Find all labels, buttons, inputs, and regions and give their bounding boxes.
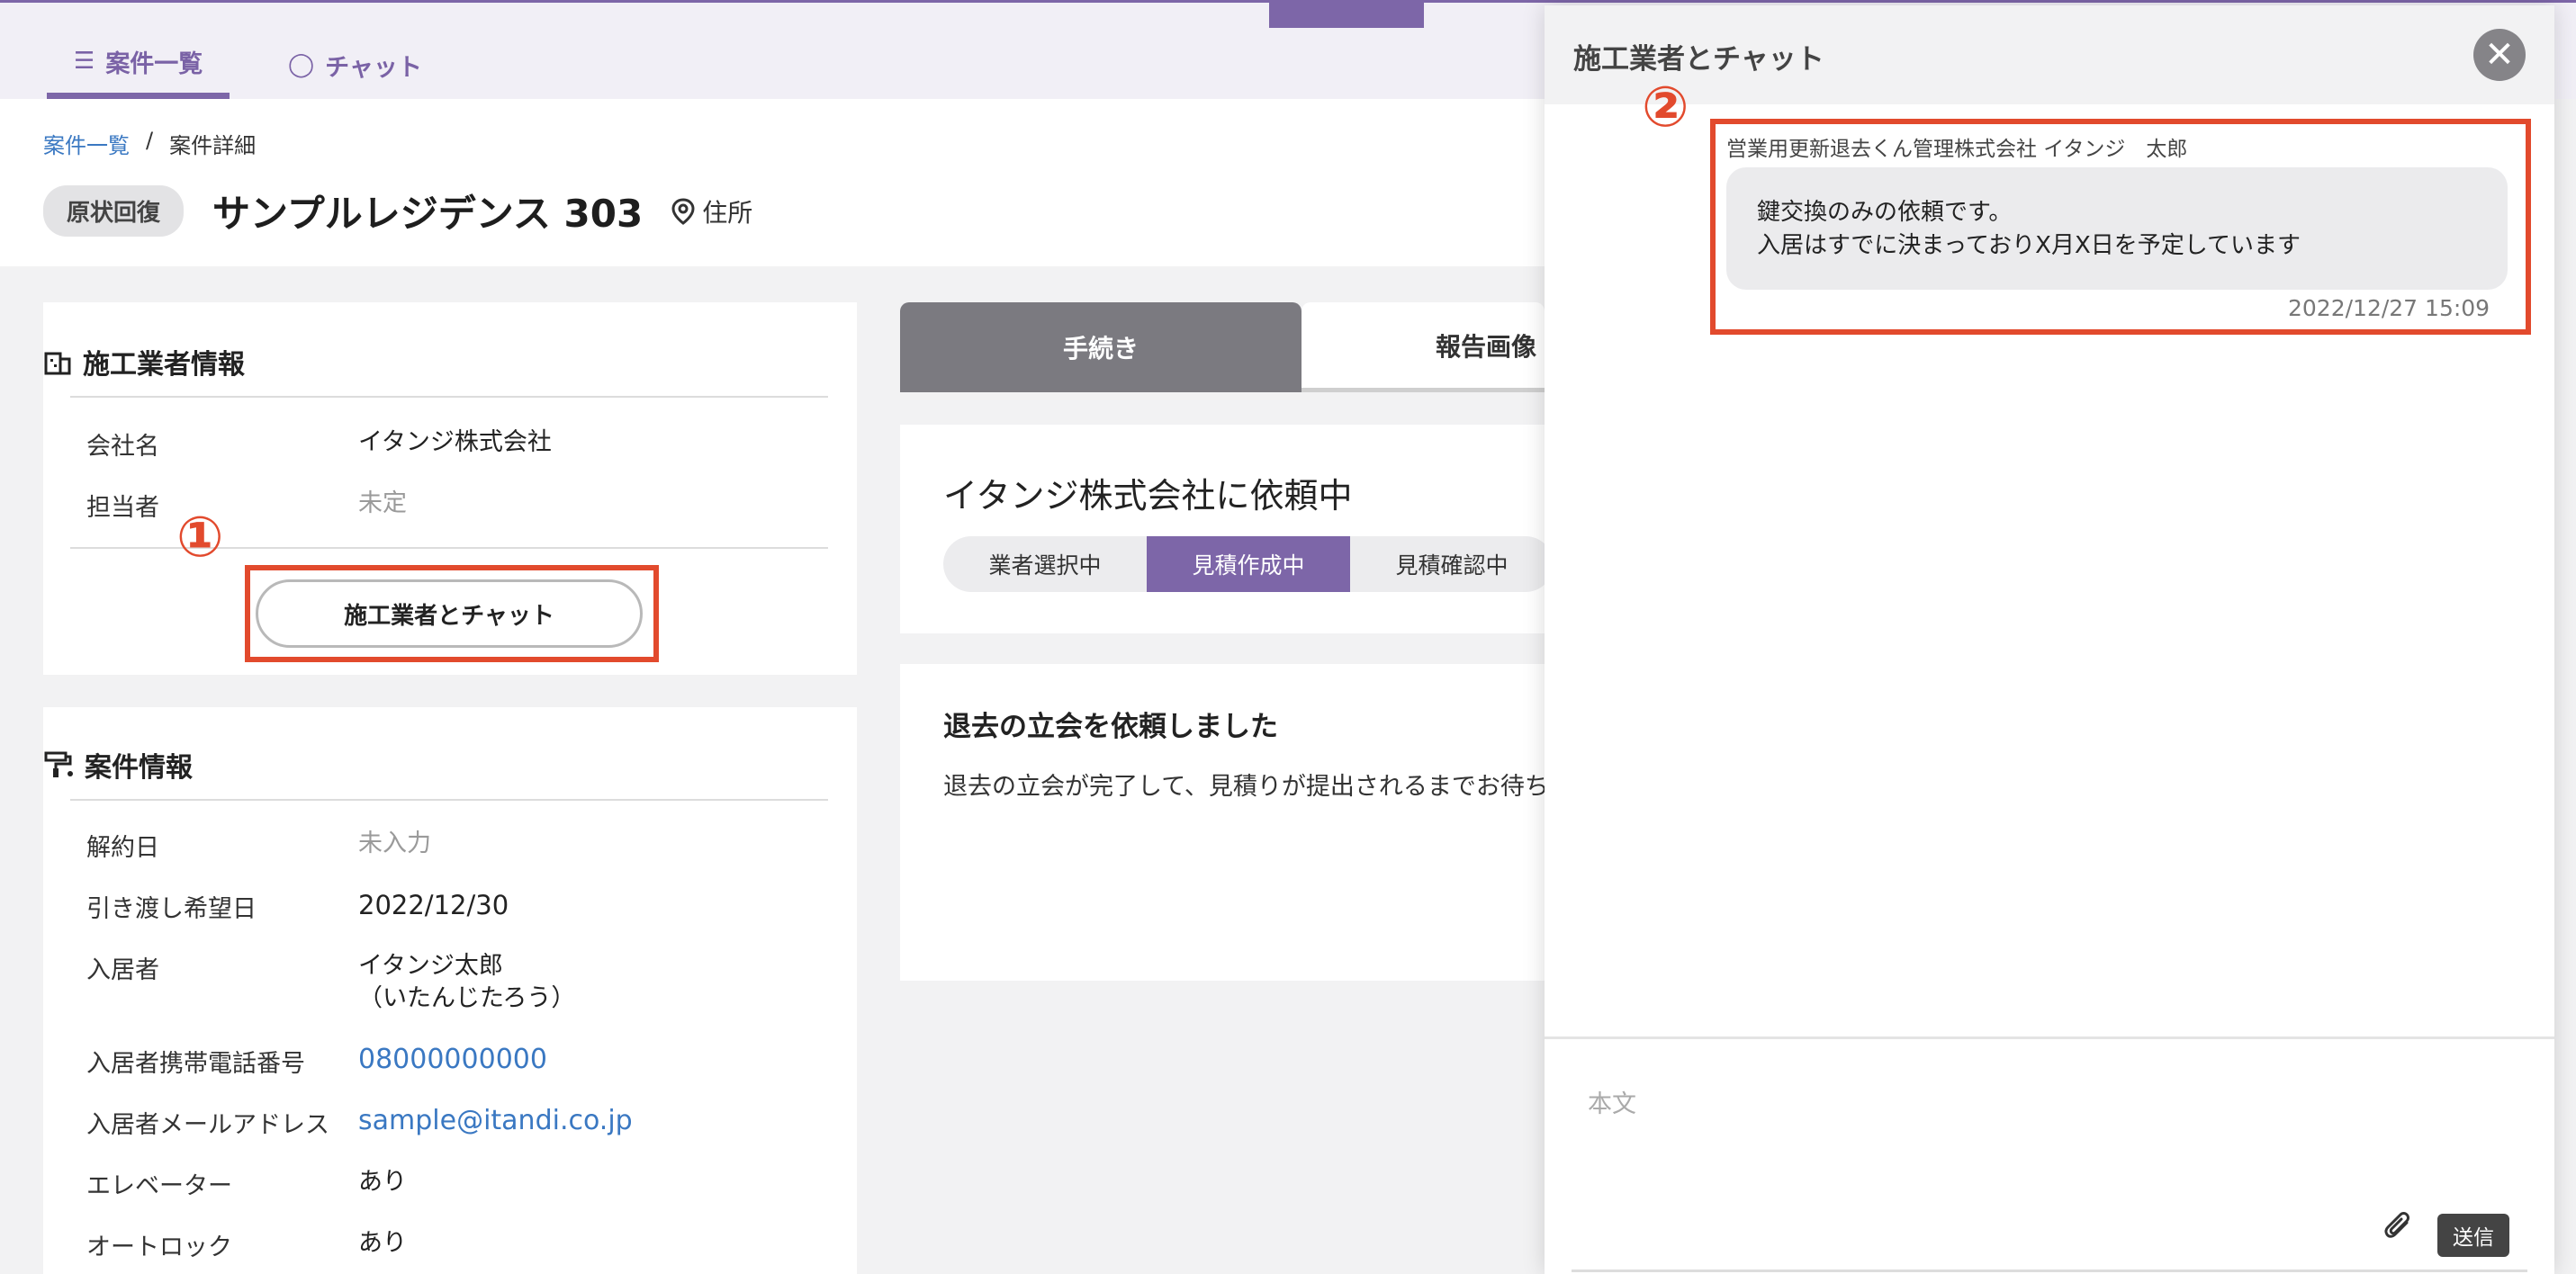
field-key: 解約日 [86,834,159,862]
message-bubble: 鍵交換のみの依頼です。 入居はすでに決まっておりX月X日を予定しています [1726,167,2508,290]
field-value-block: イタンジ太郎 （いたんじたろう） [358,950,575,1015]
close-button[interactable]: ✕ [2473,29,2526,81]
breadcrumb-link-case-list[interactable]: 案件一覧 [43,128,130,159]
contractor-info-title: 施工業者情報 [43,342,245,381]
list-icon: ☰ [74,48,95,75]
field-key: 入居者携帯電話番号 [86,1050,305,1078]
chat-bubble-icon: ◯ [288,51,315,78]
annotation-number-1: ① [176,504,224,570]
field-company: 会社名 イタンジ株式会社 [86,426,552,462]
message-line: 入居はすでに決まっておりX月X日を予定しています [1757,232,2301,259]
field-autolock: オートロック あり [86,1227,407,1262]
nav-accent-bar [1269,3,1424,28]
tab-report-images[interactable]: 報告画像 [1302,302,1545,392]
field-key: 入居者メールアドレス [86,1111,329,1139]
location-pin-icon [671,197,695,225]
paperclip-icon [2384,1212,2409,1238]
divider [70,799,828,801]
page-title: サンプルレジデンス 303 [212,192,644,236]
attach-file-button[interactable] [2383,1210,2414,1253]
notice-body: 退去の立会が完了して、見積りが提出されるまでお待ちください [943,773,1646,801]
breadcrumb-current: 案件詳細 [169,133,257,158]
chat-with-contractor-button[interactable]: 施工業者とチャット [256,579,643,648]
send-button[interactable]: 送信 [2437,1214,2509,1257]
field-key: 引き渡し希望日 [86,895,257,923]
field-handover-date: 引き渡し希望日 2022/12/30 [86,889,509,924]
field-cancellation-date: 解約日 未入力 [86,828,431,863]
message-sender: 営業用更新退去くん管理株式会社 イタンジ 太郎 [1726,138,2188,161]
case-type-badge: 原状回復 [43,185,185,237]
tab-label: 報告画像 [1435,331,1536,362]
message-line: 鍵交換のみの依頼です。 [1757,199,2013,226]
paint-roller-icon [44,751,73,777]
field-value: あり [358,1168,407,1196]
tab-case-list[interactable]: ☰ 案件一覧 [47,30,230,100]
chat-panel-title: 施工業者とチャット [1573,43,1824,76]
field-value: 2022/12/30 [358,890,509,920]
close-icon: ✕ [2484,34,2515,76]
breadcrumb: 案件一覧 / 案件詳細 [43,128,256,159]
address-label: 住所 [702,197,753,228]
breadcrumb-separator: / [146,128,154,153]
status-title: イタンジ株式会社に依頼中 [943,476,1353,516]
step-estimate-review: 見積確認中 [1395,552,1509,579]
page-header: 案件一覧 / 案件詳細 原状回復 サンプルレジデンス 303 住所 [0,99,1548,266]
tenant-name: イタンジ太郎 [358,952,503,980]
field-person-in-charge: 担当者 未定 [86,488,407,523]
message-composer: 本文 送信 [1545,1036,2554,1274]
field-tenant: 入居者 イタンジ太郎 （いたんじたろう） [86,950,575,1015]
address-link[interactable]: 住所 [671,193,752,229]
tenant-email-link[interactable]: sample@itandi.co.jp [358,1105,633,1140]
field-value: あり [358,1229,407,1257]
message-input[interactable]: 本文 [1588,1084,1636,1119]
divider [70,396,828,398]
case-info-title: 案件情報 [43,745,193,785]
tenant-name-reading: （いたんじたろう） [358,984,576,1012]
field-tenant-phone: 入居者携帯電話番号 08000000000 [86,1044,547,1079]
chat-panel-header: 施工業者とチャット ✕ [1545,5,2554,104]
notice-title: 退去の立会を依頼しました [943,711,1278,743]
building-icon [44,352,71,375]
field-key: オートロック [86,1234,232,1261]
field-elevator: エレベーター あり [86,1166,407,1201]
annotation-number-2: ② [1642,74,1689,139]
field-key: エレベーター [86,1172,232,1200]
tenant-phone-link[interactable]: 08000000000 [358,1044,547,1079]
field-key: 会社名 [86,433,159,461]
composer-underline [1572,1270,2527,1272]
field-key: 入居者 [86,956,159,984]
status-card [900,425,1545,633]
step-estimate-creation: 見積作成中 [1147,536,1350,592]
field-value: イタンジ株式会社 [358,428,552,456]
title-row: 原状回復 サンプルレジデンス 303 住所 [43,184,752,238]
field-value: 未入力 [358,830,431,857]
step-contractor-selection: 業者選択中 [988,552,1102,579]
tab-label: チャット [325,53,422,82]
tab-procedures[interactable]: 手続き [900,302,1302,392]
field-tenant-email: 入居者メールアドレス sample@itandi.co.jp [86,1105,633,1140]
chat-panel: 施工業者とチャット ✕ ② 営業用更新退去くん管理株式会社 イタンジ 太郎 鍵交… [1545,5,2554,1274]
message-timestamp: 2022/12/27 15:09 [2288,295,2490,321]
field-value: 未定 [358,489,407,517]
tab-label: 案件一覧 [105,49,203,78]
tab-chat[interactable]: ◯ チャット [261,30,449,100]
progress-steps: 業者選択中 見積作成中 見積確認中 [943,536,1554,592]
